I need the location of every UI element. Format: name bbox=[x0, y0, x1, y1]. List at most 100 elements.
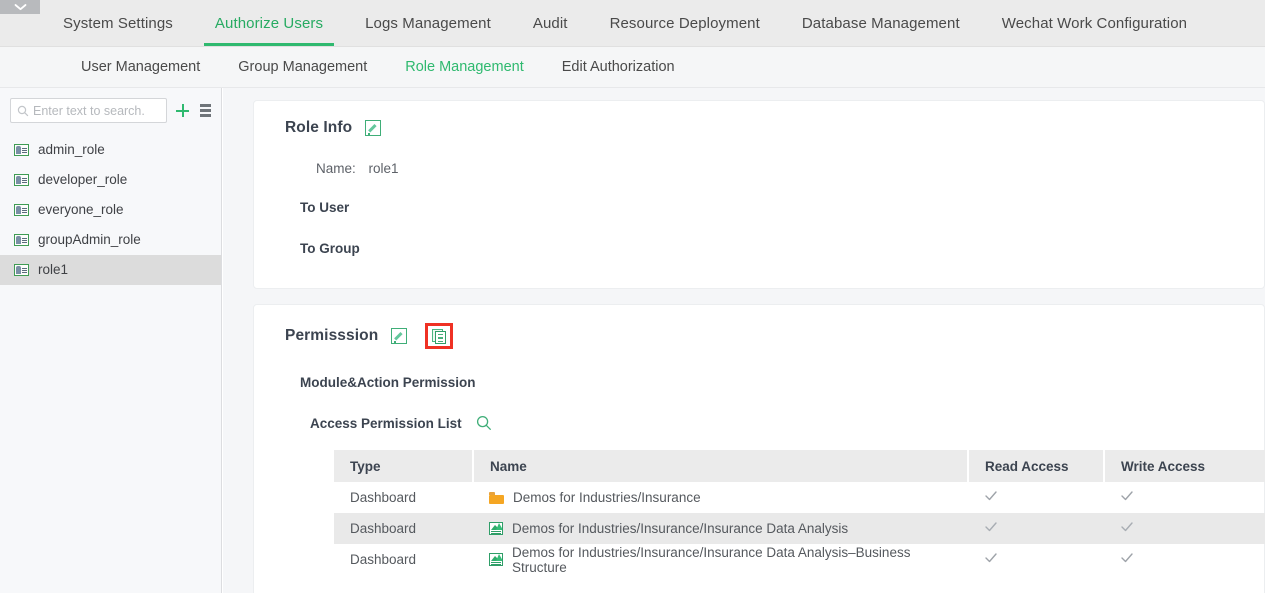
role-list-item-group-admin-role[interactable]: groupAdmin_role bbox=[0, 225, 221, 255]
sidebar-toolbar bbox=[0, 88, 221, 133]
search-input[interactable] bbox=[33, 103, 159, 118]
sidebar-options-button[interactable] bbox=[198, 101, 213, 121]
column-header-write-access[interactable]: Write Access bbox=[1104, 450, 1265, 482]
topnav-label: Logs Management bbox=[365, 14, 491, 32]
table-row[interactable]: Dashboard Demos for Industries/Insurance bbox=[334, 482, 1265, 513]
access-permission-table: Type Name Read Access Write Access Dashb… bbox=[334, 450, 1265, 575]
subnav-label: Role Management bbox=[405, 59, 524, 75]
read-access-check-icon bbox=[984, 520, 998, 534]
topnav-label: Audit bbox=[532, 14, 568, 32]
subnav-item-group-management[interactable]: Group Management bbox=[219, 47, 386, 87]
resource-name: Demos for Industries/Insurance bbox=[513, 490, 701, 505]
role-name-label: Name: bbox=[316, 161, 356, 176]
chevron-down-icon bbox=[14, 4, 26, 11]
role-label: everyone_role bbox=[38, 202, 124, 218]
table-row[interactable]: Dashboard Demos for Industries/Insurance… bbox=[334, 513, 1265, 544]
cell-name: Demos for Industries/Insurance bbox=[489, 490, 968, 505]
cell-type: Dashboard bbox=[350, 490, 417, 505]
cell-name: Demos for Industries/Insurance/Insurance… bbox=[489, 521, 968, 536]
read-access-check-icon bbox=[984, 489, 998, 503]
subnav-label: Edit Authorization bbox=[561, 59, 675, 75]
role-badge-icon bbox=[14, 234, 29, 246]
table-header-row: Type Name Read Access Write Access bbox=[334, 450, 1265, 482]
role-badge-icon bbox=[14, 204, 29, 216]
copy-permission-button[interactable] bbox=[425, 323, 454, 349]
main-content: Role Info Name: role1 To User To Group P… bbox=[223, 88, 1265, 593]
cell-type: Dashboard bbox=[334, 513, 473, 544]
role-list-item-everyone-role[interactable]: everyone_role bbox=[0, 195, 221, 225]
write-access-check-icon bbox=[1120, 551, 1134, 565]
resource-name: Demos for Industries/Insurance/Insurance… bbox=[512, 544, 911, 575]
table-row[interactable]: Dashboard Demos for Industries/Insurance… bbox=[334, 544, 1265, 575]
role-list: admin_role developer_role everyone_role … bbox=[0, 133, 221, 285]
role-label: admin_role bbox=[38, 142, 105, 158]
access-permission-list-label: Access Permission List bbox=[310, 415, 462, 431]
topnav-item-logs-management[interactable]: Logs Management bbox=[344, 0, 512, 46]
dashboard-icon bbox=[489, 522, 503, 535]
primary-navigation: System Settings Authorize Users Logs Man… bbox=[0, 0, 1265, 47]
secondary-navigation: User Management Group Management Role Ma… bbox=[0, 47, 1265, 88]
cell-name: Demos for Industries/Insurance/Insurance… bbox=[489, 545, 968, 575]
permission-title: Permisssion bbox=[285, 327, 379, 344]
to-user-section-label: To User bbox=[300, 200, 350, 215]
role-badge-icon bbox=[14, 264, 29, 276]
subnav-label: User Management bbox=[81, 59, 201, 75]
role-info-card: Role Info Name: role1 To User To Group bbox=[253, 100, 1265, 289]
edit-permission-button[interactable] bbox=[390, 328, 407, 345]
role-list-item-admin-role[interactable]: admin_role bbox=[0, 135, 221, 165]
module-action-permission-label: Module&Action Permission bbox=[300, 375, 476, 390]
topnav-item-audit[interactable]: Audit bbox=[512, 0, 589, 46]
edit-role-info-button[interactable] bbox=[364, 120, 381, 137]
permission-card: Permisssion Module&Action Permission Acc… bbox=[253, 304, 1265, 593]
access-permission-list-row: Access Permission List bbox=[254, 415, 1264, 431]
role-sidebar: admin_role developer_role everyone_role … bbox=[0, 88, 222, 593]
resource-name: Demos for Industries/Insurance/Insurance… bbox=[512, 521, 849, 536]
topnav-item-wechat-work-configuration[interactable]: Wechat Work Configuration bbox=[981, 0, 1208, 46]
column-header-read-access[interactable]: Read Access bbox=[968, 450, 1105, 482]
role-badge-icon bbox=[14, 144, 29, 156]
column-header-name[interactable]: Name bbox=[473, 450, 969, 482]
page-title: Role Info bbox=[285, 119, 353, 136]
app-root: System Settings Authorize Users Logs Man… bbox=[0, 0, 1265, 593]
cell-type: Dashboard bbox=[350, 552, 417, 567]
pencil-icon bbox=[390, 328, 407, 344]
subnav-label: Group Management bbox=[238, 59, 368, 75]
write-access-check-icon bbox=[1120, 489, 1134, 503]
role-name-value: role1 bbox=[368, 161, 399, 176]
column-header-type[interactable]: Type bbox=[334, 450, 474, 482]
role-list-item-developer-role[interactable]: developer_role bbox=[0, 165, 221, 195]
search-icon bbox=[17, 105, 29, 116]
write-access-check-icon bbox=[1120, 520, 1134, 534]
copy-icon bbox=[431, 328, 447, 344]
subnav-item-edit-authorization[interactable]: Edit Authorization bbox=[543, 47, 694, 87]
subnav-item-user-management[interactable]: User Management bbox=[62, 47, 219, 87]
role-list-item-role1[interactable]: role1 bbox=[0, 255, 221, 285]
topnav-label: Authorize Users bbox=[214, 14, 324, 32]
pencil-icon bbox=[364, 120, 381, 136]
role-label: groupAdmin_role bbox=[38, 232, 141, 248]
role-info-title-row: Role Info bbox=[254, 101, 1264, 137]
topnav-item-resource-deployment[interactable]: Resource Deployment bbox=[589, 0, 781, 46]
topnav-label: System Settings bbox=[63, 14, 173, 32]
plus-icon bbox=[176, 104, 189, 117]
list-bars-icon bbox=[200, 104, 211, 117]
search-icon bbox=[476, 415, 491, 430]
topnav-label: Resource Deployment bbox=[609, 14, 760, 32]
collapse-panel-handle[interactable] bbox=[0, 0, 40, 14]
role-label: role1 bbox=[38, 262, 69, 278]
search-box[interactable] bbox=[10, 98, 167, 123]
add-role-button[interactable] bbox=[175, 101, 190, 121]
read-access-check-icon bbox=[984, 551, 998, 565]
role-label: developer_role bbox=[38, 172, 128, 188]
topnav-label: Wechat Work Configuration bbox=[1001, 14, 1188, 32]
dashboard-icon bbox=[489, 553, 503, 566]
to-group-section-label: To Group bbox=[300, 241, 360, 256]
topnav-item-authorize-users[interactable]: Authorize Users bbox=[194, 0, 344, 46]
topnav-item-database-management[interactable]: Database Management bbox=[781, 0, 981, 46]
subnav-item-role-management[interactable]: Role Management bbox=[386, 47, 543, 87]
permission-title-row: Permisssion bbox=[254, 305, 1264, 349]
topnav-item-system-settings[interactable]: System Settings bbox=[42, 0, 194, 46]
role-name-row: Name: role1 bbox=[254, 161, 1264, 176]
search-permissions-button[interactable] bbox=[476, 415, 492, 431]
topnav-label: Database Management bbox=[801, 14, 960, 32]
